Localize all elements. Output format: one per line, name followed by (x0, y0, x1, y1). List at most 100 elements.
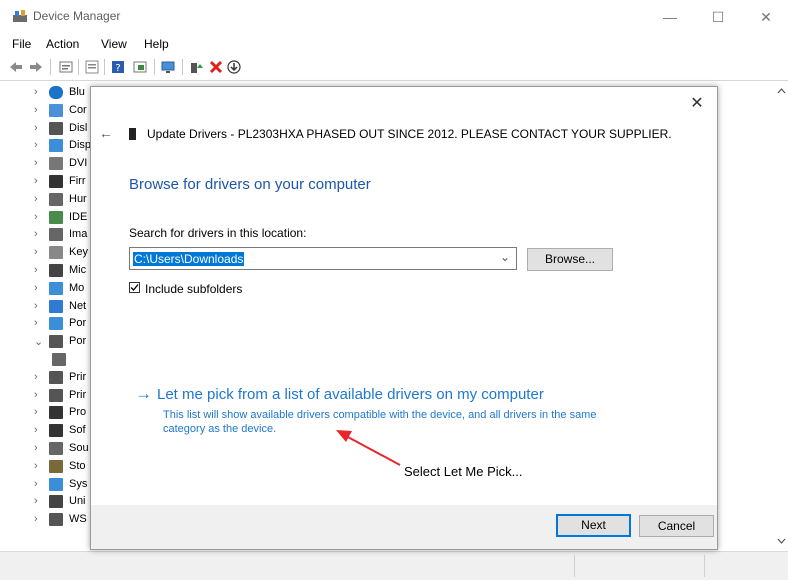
chevron-right-icon[interactable]: › (34, 317, 38, 329)
print-queue-icon (49, 388, 63, 402)
tree-item[interactable]: › IDE (0, 210, 90, 226)
dialog-close-button[interactable]: ✕ (687, 93, 707, 113)
toolbar-separator (182, 59, 183, 75)
chevron-right-icon[interactable]: › (34, 389, 38, 401)
driver-path-combobox[interactable]: C:\Users\Downloads ⌄ (129, 247, 517, 270)
chevron-right-icon[interactable]: › (34, 282, 38, 294)
tree-item[interactable]: › Pro (0, 405, 90, 421)
tree-item-label: Hur (69, 192, 87, 205)
chevron-right-icon[interactable]: › (34, 406, 38, 418)
browse-button[interactable]: Browse... (527, 248, 613, 271)
chevron-right-icon[interactable]: › (34, 122, 38, 134)
tree-item[interactable]: › Sou (0, 441, 90, 457)
tree-item[interactable]: › Hur (0, 192, 90, 208)
chevron-right-icon[interactable]: › (34, 460, 38, 472)
uninstall-icon[interactable] (208, 59, 224, 75)
svg-text:?: ? (115, 63, 120, 74)
chevron-right-icon[interactable]: › (34, 264, 38, 276)
device-icon (129, 128, 136, 140)
tree-item[interactable]: › Key (0, 245, 90, 261)
tree-item[interactable]: › Mo (0, 281, 90, 297)
chevron-right-icon[interactable]: › (34, 104, 38, 116)
menu-view[interactable]: View (101, 37, 127, 51)
chevron-right-icon[interactable]: › (34, 246, 38, 258)
tree-item[interactable]: › DVI (0, 156, 90, 172)
chevron-right-icon[interactable]: › (34, 228, 38, 240)
menu-help[interactable]: Help (144, 37, 169, 51)
monitor-icon[interactable] (160, 59, 176, 75)
minimize-button[interactable]: — (650, 4, 690, 30)
menu-action[interactable]: Action (46, 37, 79, 51)
close-window-button[interactable]: ✕ (746, 4, 786, 30)
include-subfolders-checkbox[interactable] (129, 282, 140, 293)
chevron-right-icon[interactable]: › (34, 371, 38, 383)
firmware-icon (49, 175, 63, 188)
tree-item[interactable]: › Por (0, 316, 90, 332)
tree-item-label: Blu (69, 86, 85, 98)
chevron-down-icon[interactable]: ⌄ (34, 335, 43, 348)
tree-item[interactable]: › Sto (0, 459, 90, 475)
cancel-button[interactable]: Cancel (639, 515, 714, 537)
update-driver-icon[interactable] (226, 59, 242, 75)
enable-device-icon[interactable] (188, 59, 204, 75)
tree-item[interactable]: › Disl (0, 121, 90, 137)
scrollbar[interactable] (775, 81, 788, 549)
chevron-right-icon[interactable]: › (34, 442, 38, 454)
tree-item[interactable]: › Prir (0, 370, 90, 386)
tree-item[interactable]: › Sof (0, 423, 90, 439)
tree-item[interactable] (0, 352, 90, 368)
tree-item-label: Por (69, 317, 87, 330)
arrow-right-icon[interactable]: → (135, 384, 152, 404)
next-button[interactable]: Next (556, 514, 631, 537)
tree-item-label: Sys (69, 477, 88, 490)
chevron-right-icon[interactable]: › (34, 157, 38, 169)
include-subfolders-label[interactable]: Include subfolders (145, 282, 242, 296)
chevron-right-icon[interactable]: › (34, 300, 38, 312)
tree-item[interactable]: › Disp (0, 138, 91, 154)
chevron-right-icon[interactable]: › (34, 424, 38, 436)
device-list-icon[interactable] (84, 59, 100, 75)
forward-icon[interactable] (28, 59, 44, 75)
chevron-right-icon[interactable]: › (34, 193, 38, 205)
chevron-right-icon[interactable]: › (34, 478, 38, 490)
tree-item[interactable]: › Uni (0, 494, 90, 510)
tree-item[interactable]: › WS (0, 512, 90, 528)
window-title: Device Manager (33, 9, 121, 23)
driver-path-value[interactable]: C:\Users\Downloads (133, 252, 245, 266)
tree-item[interactable]: › Blu (0, 85, 90, 101)
tree-item-label: Disl (69, 121, 88, 134)
tree-item[interactable]: ⌄ Por (0, 334, 90, 350)
tree-item-label: Sto (69, 459, 86, 472)
tree-item[interactable]: › Mic (0, 263, 90, 279)
back-arrow-icon[interactable]: ← (99, 125, 113, 141)
annotation-text: Select Let Me Pick... (404, 464, 523, 479)
properties-icon[interactable] (58, 59, 74, 75)
chevron-right-icon[interactable]: › (34, 495, 38, 507)
tree-item-label: Por (69, 335, 87, 348)
chevron-right-icon[interactable]: › (34, 86, 38, 98)
scroll-down-icon[interactable] (777, 537, 786, 545)
tree-item[interactable]: › Cor (0, 103, 90, 119)
tree-item[interactable]: › Firr (0, 174, 90, 190)
view-icon[interactable] (132, 59, 148, 75)
wsd-icon (49, 513, 63, 527)
pick-from-list-description[interactable]: This list will show available drivers co… (163, 408, 623, 436)
tree-item-label: Key (69, 246, 88, 259)
monitor-icon (49, 281, 63, 295)
maximize-button[interactable]: ☐ (698, 4, 738, 30)
tree-item[interactable]: › Net (0, 299, 90, 315)
checkmark-icon (130, 284, 139, 291)
tree-item[interactable]: › Prir (0, 388, 90, 404)
back-icon[interactable] (8, 59, 24, 75)
chevron-right-icon[interactable]: › (34, 175, 38, 187)
chevron-down-icon[interactable]: ⌄ (500, 250, 510, 264)
pick-from-list-link[interactable]: Let me pick from a list of available dri… (157, 386, 544, 403)
chevron-right-icon[interactable]: › (34, 139, 38, 151)
chevron-right-icon[interactable]: › (34, 211, 38, 223)
help-icon[interactable]: ? (110, 59, 126, 75)
tree-item[interactable]: › Sys (0, 477, 90, 493)
tree-item[interactable]: › Ima (0, 227, 90, 243)
chevron-right-icon[interactable]: › (34, 513, 38, 525)
scroll-up-icon[interactable] (777, 87, 786, 95)
menu-file[interactable]: File (12, 37, 31, 51)
